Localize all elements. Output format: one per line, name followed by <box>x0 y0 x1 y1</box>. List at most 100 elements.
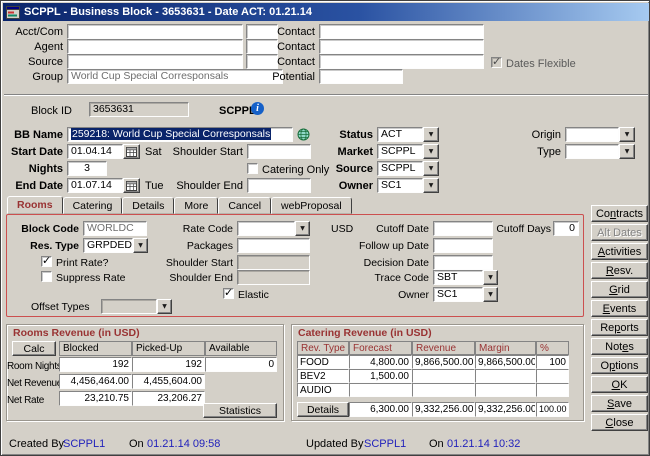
rooms-revenue-col-available[interactable]: Available <box>205 341 277 356</box>
decision-date-field[interactable] <box>433 255 493 270</box>
potential-label: Potential <box>265 71 315 84</box>
source-field[interactable] <box>67 54 243 69</box>
suppress-rate-checkbox[interactable] <box>41 271 52 282</box>
market-field[interactable]: SCPPL <box>377 144 423 159</box>
sidebar-button-options[interactable]: Options <box>591 357 648 374</box>
tab-cancel[interactable]: Cancel <box>218 197 271 214</box>
sidebar-button-ok[interactable]: OK <box>591 376 648 393</box>
end-date-field[interactable]: 01.07.14 <box>67 178 123 193</box>
start-date-field[interactable]: 01.04.14 <box>67 144 123 159</box>
tab-webproposal[interactable]: webProposal <box>271 197 352 214</box>
sidebar-button-grid[interactable]: Grid <box>591 281 648 298</box>
origin-dropdown-button[interactable]: ▼ <box>619 127 635 142</box>
sidebar-button-contracts[interactable]: Contracts <box>591 205 648 222</box>
block-code-field[interactable]: WORLDC <box>83 221 147 236</box>
panel-shoulder-end-field[interactable] <box>237 270 310 285</box>
rate-code-dropdown-button[interactable]: ▼ <box>295 221 310 236</box>
start-date-calendar-button[interactable] <box>123 144 140 159</box>
panel-shoulder-start-field[interactable] <box>237 255 310 270</box>
tab-details[interactable]: Details <box>122 197 174 214</box>
sidebar-button-activities[interactable]: Activities <box>591 243 648 260</box>
tab-rooms[interactable]: Rooms <box>7 196 63 214</box>
rooms-revenue-col-blocked[interactable]: Blocked <box>59 341 132 356</box>
details-button[interactable]: Details <box>297 402 349 417</box>
catering-row-audio-type[interactable]: AUDIO <box>297 383 349 397</box>
tab-catering[interactable]: Catering <box>63 197 123 214</box>
elastic-checkbox[interactable] <box>223 288 234 299</box>
catering-only-checkbox[interactable] <box>247 163 258 174</box>
sidebar-button-close[interactable]: Close <box>591 414 648 431</box>
follow-up-date-label: Follow up Date <box>353 240 429 253</box>
calc-button[interactable]: Calc <box>12 341 56 356</box>
cutoff-date-field[interactable] <box>433 221 493 236</box>
follow-up-date-field[interactable] <box>433 238 493 253</box>
shoulder-start-field[interactable] <box>247 144 311 159</box>
catering-col-pct[interactable]: % <box>536 341 569 355</box>
statistics-button[interactable]: Statistics <box>203 403 277 418</box>
app-icon <box>6 6 20 19</box>
catering-col-revenue[interactable]: Revenue <box>412 341 475 355</box>
panel-owner-dropdown-button[interactable]: ▼ <box>483 287 498 302</box>
owner-dropdown-button[interactable]: ▼ <box>423 178 439 193</box>
sidebar-button-save[interactable]: Save <box>591 395 648 412</box>
owner-field[interactable]: SC1 <box>377 178 423 193</box>
panel-shoulder-end-label: Shoulder End <box>161 272 233 285</box>
business-block-window: SCPPL - Business Block - 3653631 - Date … <box>0 0 650 456</box>
type-field[interactable] <box>565 144 619 159</box>
acct-com-field[interactable] <box>67 24 243 39</box>
packages-field[interactable] <box>237 238 310 253</box>
status-field[interactable]: ACT <box>377 127 423 142</box>
source2-field[interactable]: SCPPL <box>377 161 423 176</box>
created-on-value: 01.21.14 09:58 <box>147 438 220 451</box>
dates-flexible-checkbox[interactable] <box>491 57 502 68</box>
contact-field-2[interactable] <box>319 39 484 54</box>
trace-code-dropdown-button[interactable]: ▼ <box>483 270 498 285</box>
status-dropdown-button[interactable]: ▼ <box>423 127 439 142</box>
market-label: Market <box>323 146 373 159</box>
offset-types-dropdown-button[interactable]: ▼ <box>157 299 172 314</box>
catering-col-forecast[interactable]: Forecast <box>349 341 412 355</box>
sidebar-button-events[interactable]: Events <box>591 300 648 317</box>
group-field[interactable]: World Cup Special Corresponsals <box>67 69 283 84</box>
info-icon[interactable]: i <box>251 102 264 115</box>
contact-field-1[interactable] <box>319 24 484 39</box>
tab-more[interactable]: More <box>174 197 218 214</box>
trace-code-field[interactable]: SBT <box>433 270 483 285</box>
cutoff-days-label: Cutoff Days <box>495 223 551 236</box>
globe-icon[interactable] <box>297 128 310 144</box>
rate-code-field[interactable] <box>237 221 295 236</box>
res-type-field[interactable]: GRPDED <box>83 238 133 253</box>
rooms-revenue-col-picked-up[interactable]: Picked-Up <box>132 341 205 356</box>
panel-owner-field[interactable]: SC1 <box>433 287 483 302</box>
end-date-calendar-button[interactable] <box>123 178 140 193</box>
type-dropdown-button[interactable]: ▼ <box>619 144 635 159</box>
catering-col-margin[interactable]: Margin <box>475 341 536 355</box>
sidebar-button-resv[interactable]: Resv. <box>591 262 648 279</box>
offset-types-field[interactable] <box>101 299 157 314</box>
status-label: Status <box>323 129 373 142</box>
source2-dropdown-button[interactable]: ▼ <box>423 161 439 176</box>
room-nights-picked-up-cell: 192 <box>132 357 205 372</box>
nights-field[interactable]: 3 <box>67 161 107 176</box>
agent-field[interactable] <box>67 39 243 54</box>
market-dropdown-button[interactable]: ▼ <box>423 144 439 159</box>
catering-row-food-type[interactable]: FOOD <box>297 355 349 369</box>
potential-field[interactable] <box>319 69 403 84</box>
sidebar-button-reports[interactable]: Reports <box>591 319 648 336</box>
catering-col-rev-type[interactable]: Rev. Type <box>297 341 349 355</box>
trace-code-label: Trace Code <box>353 272 429 285</box>
nights-label: Nights <box>3 163 63 176</box>
bb-name-field[interactable]: 259218: World Cup Special Corresponsals <box>67 127 293 142</box>
origin-field[interactable] <box>565 127 619 142</box>
shoulder-end-field[interactable] <box>247 178 311 193</box>
cutoff-days-field[interactable]: 0 <box>553 221 579 236</box>
sidebar-button-alt-dates: Alt Dates <box>591 224 648 241</box>
contact-field-3[interactable] <box>319 54 484 69</box>
cutoff-date-label: Cutoff Date <box>353 223 429 236</box>
print-rate-checkbox[interactable] <box>41 256 52 267</box>
catering-total-revenue: 9,332,256.00 <box>412 402 475 417</box>
sidebar-button-notes[interactable]: Notes <box>591 338 648 355</box>
catering-row-bev2-type[interactable]: BEV2 <box>297 369 349 383</box>
res-type-dropdown-button[interactable]: ▼ <box>133 238 148 253</box>
tab-rooms-label: Rooms <box>17 199 53 211</box>
